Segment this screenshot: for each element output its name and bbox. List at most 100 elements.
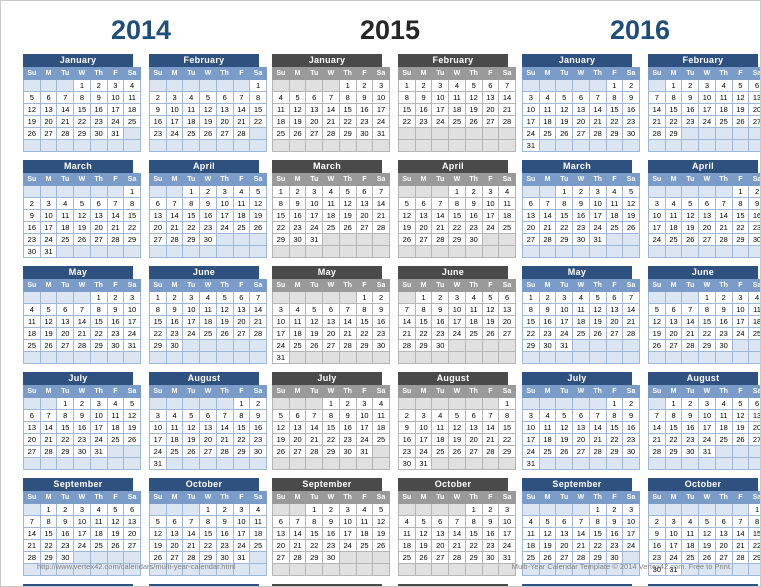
day-cell[interactable]: 4	[182, 91, 201, 104]
day-cell[interactable]: 15	[414, 315, 433, 328]
day-cell[interactable]: 26	[555, 445, 574, 458]
day-cell[interactable]: 15	[305, 527, 324, 540]
day-cell[interactable]: 28	[372, 221, 390, 234]
day-cell[interactable]: 7	[731, 515, 750, 528]
day-cell[interactable]: 28	[249, 327, 267, 340]
day-cell[interactable]: 11	[322, 197, 340, 210]
day-cell[interactable]: 2	[199, 185, 217, 198]
day-cell[interactable]: 19	[538, 539, 557, 552]
day-cell[interactable]: 30	[73, 445, 91, 458]
day-cell[interactable]: 4	[681, 515, 700, 528]
day-cell[interactable]: 17	[39, 221, 58, 234]
day-cell[interactable]: 16	[431, 315, 450, 328]
day-cell[interactable]: 1	[232, 397, 251, 410]
day-cell[interactable]: 6	[605, 291, 624, 304]
day-cell[interactable]: 13	[748, 409, 760, 422]
day-cell[interactable]: 15	[748, 527, 760, 540]
day-cell[interactable]: 5	[481, 291, 500, 304]
day-cell[interactable]: 29	[664, 445, 683, 458]
day-cell[interactable]: 13	[272, 527, 290, 540]
day-cell[interactable]: 27	[498, 327, 516, 340]
day-cell[interactable]: 4	[232, 185, 251, 198]
day-cell[interactable]: 13	[698, 209, 716, 222]
day-cell[interactable]: 6	[748, 79, 760, 92]
day-cell[interactable]: 1	[664, 397, 683, 410]
day-cell[interactable]: 12	[648, 315, 666, 328]
day-cell[interactable]: 27	[355, 221, 374, 234]
day-cell[interactable]: 5	[123, 397, 141, 410]
day-cell[interactable]: 24	[182, 327, 201, 340]
day-cell[interactable]: 19	[448, 433, 466, 446]
day-cell[interactable]: 24	[73, 539, 91, 552]
day-cell[interactable]: 31	[305, 233, 324, 246]
day-cell[interactable]: 29	[272, 233, 290, 246]
day-cell[interactable]: 25	[355, 539, 374, 552]
day-cell[interactable]: 2	[149, 91, 167, 104]
day-cell[interactable]: 24	[648, 233, 666, 246]
day-cell[interactable]: 25	[538, 127, 557, 140]
day-cell[interactable]: 17	[73, 527, 91, 540]
day-cell[interactable]: 11	[664, 209, 683, 222]
day-cell[interactable]: 16	[538, 315, 557, 328]
day-cell[interactable]: 22	[398, 115, 416, 128]
day-cell[interactable]: 18	[664, 221, 683, 234]
day-cell[interactable]: 7	[106, 197, 125, 210]
day-cell[interactable]: 5	[622, 185, 640, 198]
day-cell[interactable]: 10	[355, 409, 374, 422]
day-cell[interactable]: 24	[89, 433, 108, 446]
day-cell[interactable]: 30	[249, 445, 267, 458]
day-cell[interactable]: 6	[572, 91, 590, 104]
day-cell[interactable]: 5	[149, 515, 167, 528]
day-cell[interactable]: 13	[714, 527, 733, 540]
day-cell[interactable]: 16	[355, 103, 374, 116]
day-cell[interactable]: 14	[681, 315, 700, 328]
day-cell[interactable]: 30	[165, 339, 184, 352]
day-cell[interactable]: 8	[605, 409, 624, 422]
day-cell[interactable]: 28	[538, 233, 557, 246]
day-cell[interactable]: 2	[89, 79, 108, 92]
day-cell[interactable]: 21	[305, 433, 324, 446]
day-cell[interactable]: 6	[123, 503, 141, 516]
day-cell[interactable]: 6	[481, 79, 500, 92]
day-cell[interactable]: 8	[338, 91, 357, 104]
day-cell[interactable]: 14	[23, 527, 41, 540]
day-cell[interactable]: 18	[538, 115, 557, 128]
day-cell[interactable]: 21	[215, 433, 234, 446]
day-cell[interactable]: 23	[372, 327, 390, 340]
day-cell[interactable]: 10	[414, 421, 433, 434]
day-cell[interactable]: 16	[149, 115, 167, 128]
day-cell[interactable]: 13	[605, 303, 624, 316]
day-cell[interactable]: 27	[56, 339, 75, 352]
day-cell[interactable]: 21	[648, 433, 666, 446]
day-cell[interactable]: 25	[748, 327, 760, 340]
day-cell[interactable]: 14	[322, 103, 340, 116]
day-cell[interactable]: 22	[522, 327, 540, 340]
day-cell[interactable]: 27	[149, 233, 167, 246]
day-cell[interactable]: 7	[288, 515, 307, 528]
day-cell[interactable]: 5	[448, 409, 466, 422]
day-cell[interactable]: 19	[372, 527, 390, 540]
day-cell[interactable]: 26	[215, 327, 234, 340]
day-cell[interactable]: 27	[288, 445, 307, 458]
day-cell[interactable]: 11	[748, 303, 760, 316]
day-cell[interactable]: 17	[448, 315, 466, 328]
day-cell[interactable]: 24	[555, 327, 574, 340]
day-cell[interactable]: 14	[288, 527, 307, 540]
day-cell[interactable]: 18	[355, 527, 374, 540]
day-cell[interactable]: 10	[664, 527, 683, 540]
day-cell[interactable]: 17	[522, 433, 540, 446]
day-cell[interactable]: 3	[89, 397, 108, 410]
day-cell[interactable]: 18	[464, 315, 483, 328]
day-cell[interactable]: 13	[199, 421, 217, 434]
day-cell[interactable]: 9	[56, 515, 75, 528]
day-cell[interactable]: 11	[538, 421, 557, 434]
day-cell[interactable]: 30	[431, 339, 450, 352]
day-cell[interactable]: 8	[322, 409, 340, 422]
day-cell[interactable]: 3	[123, 291, 141, 304]
day-cell[interactable]: 23	[748, 221, 760, 234]
day-cell[interactable]: 15	[149, 315, 167, 328]
day-cell[interactable]: 7	[322, 91, 340, 104]
day-cell[interactable]: 24	[698, 115, 716, 128]
day-cell[interactable]: 16	[249, 421, 267, 434]
day-cell[interactable]: 13	[149, 209, 167, 222]
